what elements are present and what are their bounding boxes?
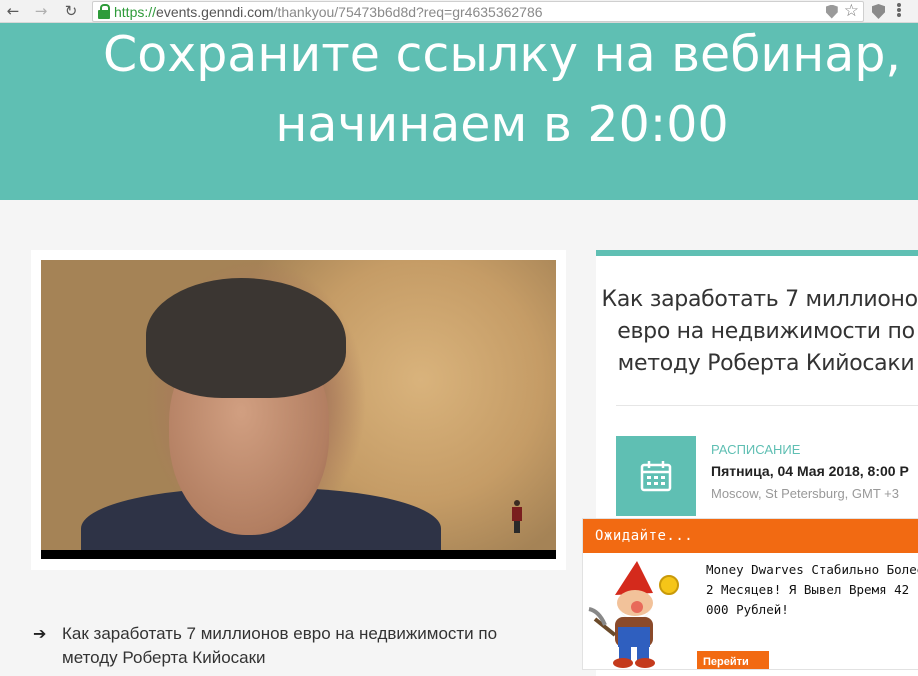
url-host: events.genndi.com: [156, 3, 274, 20]
webinar-title: Как заработать 7 миллионов евро на недви…: [601, 287, 918, 376]
forward-button[interactable]: →: [30, 0, 52, 22]
video-control-bar[interactable]: [41, 550, 556, 559]
bookmark-star-icon[interactable]: ☆: [844, 2, 859, 21]
address-bar[interactable]: https:// events.genndi.com /thankyou/754…: [92, 1, 864, 22]
popup-text: Money Dwarves Стабильно Более 2 Месяцев!…: [706, 562, 918, 617]
calendar-icon-box: [616, 436, 696, 516]
url-path: /thankyou/75473b6d8d?req=gr4635362786: [273, 3, 543, 20]
video-frame: [41, 260, 556, 559]
browser-toolbar: ← → ↻ https:// events.genndi.com /thanky…: [0, 0, 918, 23]
extension-shield-icon[interactable]: [872, 4, 885, 19]
schedule-date: Пятница, 04 Мая 2018, 8:00 P: [711, 463, 909, 479]
arrow-right-icon: ➔: [33, 624, 47, 643]
hero-title-line1: Сохраните ссылку на вебинар,: [103, 26, 901, 83]
go-button[interactable]: Перейти: [697, 651, 769, 669]
video-card: [31, 250, 566, 570]
gnome-icon: [588, 561, 679, 668]
reload-button[interactable]: ↻: [60, 0, 82, 22]
small-figure: [511, 500, 523, 534]
schedule-timezone: Moscow, St Petersburg, GMT +3: [711, 486, 899, 501]
shield-icon[interactable]: [825, 4, 838, 19]
topic-list-item: ➔ Как заработать 7 миллионов евро на нед…: [33, 622, 553, 670]
popup-ad[interactable]: Ожидайте... Money Dwarves Стабильно Боле…: [582, 518, 918, 670]
presenter-hair: [146, 278, 346, 398]
hero-title: Сохраните ссылку на вебинар, начинаем в …: [0, 24, 918, 156]
video-player[interactable]: [41, 260, 556, 559]
calendar-icon: [640, 461, 672, 492]
back-button[interactable]: ←: [2, 0, 24, 22]
menu-icon[interactable]: [897, 3, 903, 18]
popup-header: Ожидайте...: [583, 519, 918, 553]
divider: [616, 405, 918, 406]
url-scheme: https://: [114, 3, 157, 20]
hero-banner: Сохраните ссылку на вебинар, начинаем в …: [0, 23, 918, 200]
hero-title-line2: начинаем в 20:00: [275, 96, 729, 153]
lock-icon: [97, 2, 111, 21]
schedule-label: РАСПИСАНИЕ: [711, 442, 801, 457]
topic-text: Как заработать 7 миллионов евро на недви…: [62, 624, 498, 667]
